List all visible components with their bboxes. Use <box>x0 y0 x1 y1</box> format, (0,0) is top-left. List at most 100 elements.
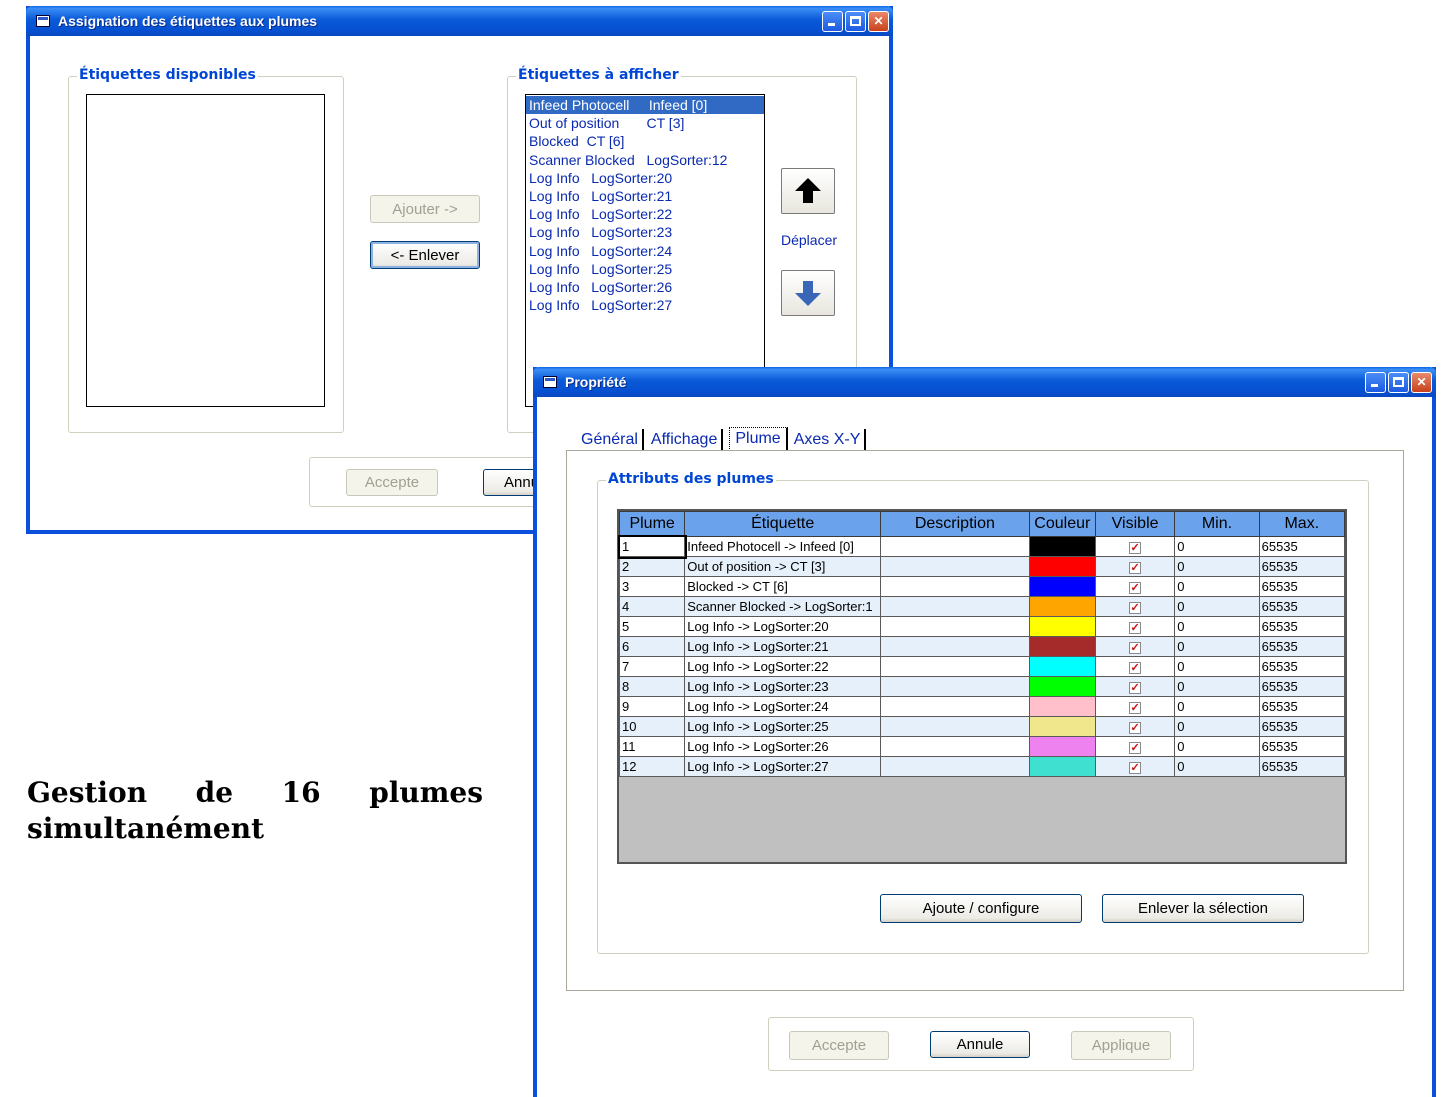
pen-number-cell[interactable]: 11 <box>618 736 686 757</box>
visible-checkbox[interactable]: ✓ <box>1129 641 1142 654</box>
pen-row[interactable]: 6 Log Info -> LogSorter:21 ✓ 0 65535 <box>618 636 1346 657</box>
pen-description-cell[interactable] <box>880 536 1030 557</box>
pen-max-cell[interactable]: 65535 <box>1258 676 1346 697</box>
pen-description-cell[interactable] <box>880 636 1030 657</box>
pen-min-cell[interactable]: 0 <box>1174 636 1260 657</box>
pen-color-cell[interactable] <box>1028 636 1096 657</box>
pen-color-cell[interactable] <box>1028 596 1096 617</box>
column-header-max[interactable]: Max. <box>1258 511 1346 537</box>
pen-visible-cell[interactable]: ✓ <box>1094 576 1176 597</box>
pen-label-cell[interactable]: Log Info -> LogSorter:21 <box>684 636 882 657</box>
pen-number-cell[interactable]: 12 <box>618 756 686 777</box>
minimize-icon[interactable] <box>1365 371 1386 393</box>
column-header-visible[interactable]: Visible <box>1094 511 1176 537</box>
pen-number-cell[interactable]: 9 <box>618 696 686 717</box>
display-list-item[interactable]: Log Info LogSorter:20 <box>526 169 764 187</box>
pen-row[interactable]: 11 Log Info -> LogSorter:26 ✓ 0 65535 <box>618 736 1346 757</box>
pen-label-cell[interactable]: Log Info -> LogSorter:26 <box>684 736 882 757</box>
minimize-icon[interactable] <box>822 10 843 32</box>
pen-number-cell[interactable]: 6 <box>618 636 686 657</box>
apply-button[interactable]: Applique <box>1071 1031 1171 1060</box>
pen-min-cell[interactable]: 0 <box>1174 656 1260 677</box>
pen-max-cell[interactable]: 65535 <box>1258 556 1346 577</box>
close-icon[interactable]: ✕ <box>1411 371 1432 393</box>
pen-row[interactable]: 1 Infeed Photocell -> Infeed [0] ✓ 0 65535 <box>617 534 1346 559</box>
add-button[interactable]: Ajouter -> <box>370 195 480 223</box>
pen-number-cell[interactable]: 7 <box>618 656 686 677</box>
add-configure-button[interactable]: Ajoute / configure <box>880 894 1082 923</box>
visible-checkbox[interactable]: ✓ <box>1129 541 1142 554</box>
available-labels-list[interactable] <box>86 94 325 407</box>
pen-min-cell[interactable]: 0 <box>1174 556 1260 577</box>
visible-checkbox[interactable]: ✓ <box>1129 581 1142 594</box>
pen-label-cell[interactable]: Log Info -> LogSorter:22 <box>684 656 882 677</box>
pen-min-cell[interactable]: 0 <box>1174 716 1260 737</box>
pen-max-cell[interactable]: 65535 <box>1258 596 1346 617</box>
visible-checkbox[interactable]: ✓ <box>1129 721 1142 734</box>
visible-checkbox[interactable]: ✓ <box>1129 621 1142 634</box>
pen-description-cell[interactable] <box>880 736 1030 757</box>
pen-label-cell[interactable]: Log Info -> LogSorter:25 <box>684 716 882 737</box>
visible-checkbox[interactable]: ✓ <box>1129 701 1142 714</box>
tab-general[interactable]: Général <box>577 429 644 451</box>
display-list-item[interactable]: Infeed Photocell Infeed [0] <box>526 96 764 115</box>
pen-description-cell[interactable] <box>880 596 1030 617</box>
pen-description-cell[interactable] <box>880 756 1030 777</box>
pen-max-cell[interactable]: 65535 <box>1258 616 1346 637</box>
pen-label-cell[interactable]: Log Info -> LogSorter:24 <box>684 696 882 717</box>
pen-description-cell[interactable] <box>880 576 1030 597</box>
pen-visible-cell[interactable]: ✓ <box>1094 636 1176 657</box>
pen-description-cell[interactable] <box>880 616 1030 637</box>
column-header-etiquette[interactable]: Étiquette <box>684 511 882 537</box>
pen-color-cell[interactable] <box>1028 536 1096 557</box>
pen-number-cell[interactable]: 3 <box>618 576 686 597</box>
close-icon[interactable]: ✕ <box>868 10 889 32</box>
pen-row[interactable]: 9 Log Info -> LogSorter:24 ✓ 0 65535 <box>618 696 1346 717</box>
pen-max-cell[interactable]: 65535 <box>1258 736 1346 757</box>
cancel-button[interactable]: Annule <box>930 1031 1030 1058</box>
pen-color-cell[interactable] <box>1028 736 1096 757</box>
pen-visible-cell[interactable]: ✓ <box>1094 556 1176 577</box>
visible-checkbox[interactable]: ✓ <box>1129 561 1142 574</box>
tab-plume[interactable]: Plume <box>729 427 788 451</box>
pen-color-cell[interactable] <box>1028 556 1096 577</box>
display-labels-list[interactable]: Infeed Photocell Infeed [0] Out of positi… <box>525 94 765 407</box>
pen-description-cell[interactable] <box>880 556 1030 577</box>
pen-min-cell[interactable]: 0 <box>1174 616 1260 637</box>
pen-min-cell[interactable]: 0 <box>1174 696 1260 717</box>
pen-max-cell[interactable]: 65535 <box>1258 536 1346 557</box>
tab-affichage[interactable]: Affichage <box>647 429 724 451</box>
tab-axes-xy[interactable]: Axes X-Y <box>790 429 867 451</box>
pen-visible-cell[interactable]: ✓ <box>1094 536 1176 557</box>
pen-color-cell[interactable] <box>1028 676 1096 697</box>
remove-button[interactable]: <- Enlever <box>370 241 480 269</box>
display-list-item[interactable]: Blocked CT [6] <box>526 132 764 150</box>
pen-visible-cell[interactable]: ✓ <box>1094 756 1176 777</box>
display-list-item[interactable]: Log Info LogSorter:27 <box>526 296 764 314</box>
move-up-button[interactable] <box>781 168 835 214</box>
pen-description-cell[interactable] <box>880 716 1030 737</box>
pen-row[interactable]: 7 Log Info -> LogSorter:22 ✓ 0 65535 <box>618 656 1346 677</box>
pen-min-cell[interactable]: 0 <box>1174 756 1260 777</box>
pen-grid[interactable]: Plume Étiquette Description Couleur Visi… <box>617 509 1347 864</box>
property-titlebar[interactable]: Propriété ✕ <box>533 367 1436 397</box>
pen-visible-cell[interactable]: ✓ <box>1094 676 1176 697</box>
pen-label-cell[interactable]: Log Info -> LogSorter:27 <box>684 756 882 777</box>
column-header-min[interactable]: Min. <box>1174 511 1260 537</box>
pen-color-cell[interactable] <box>1028 656 1096 677</box>
pen-label-cell[interactable]: Log Info -> LogSorter:23 <box>684 676 882 697</box>
visible-checkbox[interactable]: ✓ <box>1129 661 1142 674</box>
pen-min-cell[interactable]: 0 <box>1174 536 1260 557</box>
pen-number-cell[interactable]: 5 <box>618 616 686 637</box>
maximize-icon[interactable] <box>845 10 866 32</box>
pen-label-cell[interactable]: Infeed Photocell -> Infeed [0] <box>684 536 882 557</box>
pen-visible-cell[interactable]: ✓ <box>1094 656 1176 677</box>
accept-button[interactable]: Accepte <box>789 1031 889 1060</box>
column-header-couleur[interactable]: Couleur <box>1028 511 1096 537</box>
visible-checkbox[interactable]: ✓ <box>1129 601 1142 614</box>
pen-min-cell[interactable]: 0 <box>1174 736 1260 757</box>
pen-description-cell[interactable] <box>880 676 1030 697</box>
pen-row[interactable]: 2 Out of position -> CT [3] ✓ 0 65535 <box>618 556 1346 577</box>
pen-label-cell[interactable]: Log Info -> LogSorter:20 <box>684 616 882 637</box>
display-list-item[interactable]: Log Info LogSorter:23 <box>526 223 764 241</box>
